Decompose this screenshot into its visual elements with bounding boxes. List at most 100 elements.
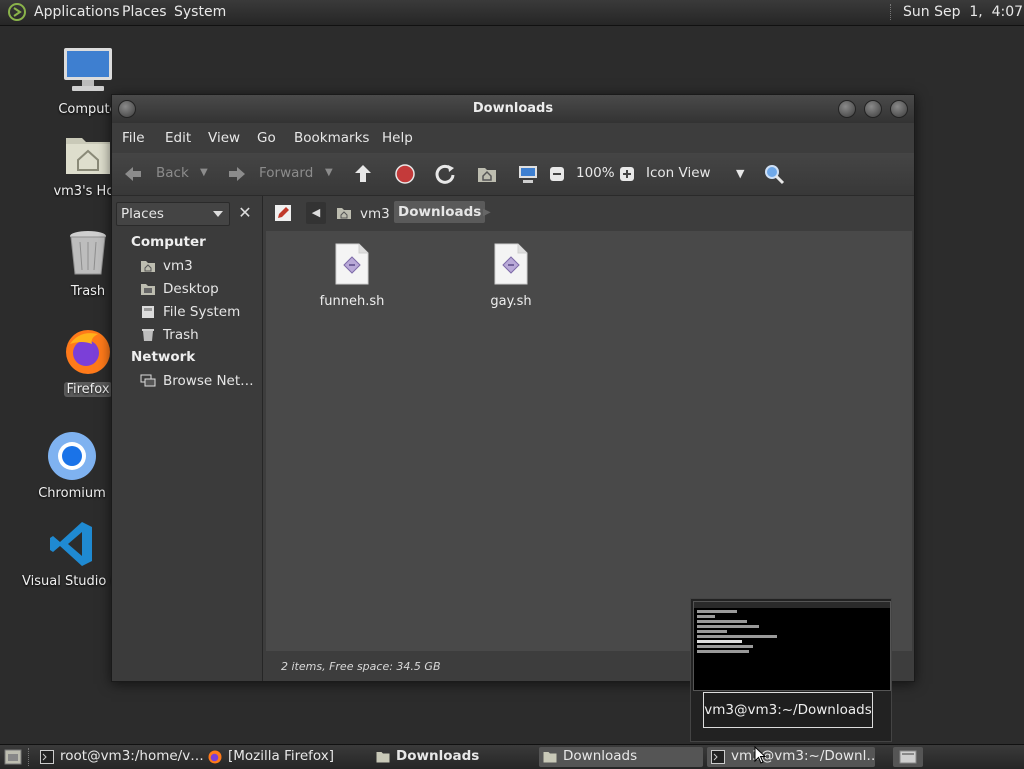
folder-icon <box>376 752 390 763</box>
places-menu[interactable]: Places <box>122 4 167 20</box>
location-bar: ◀ vm3 Downloads ▶ <box>266 196 914 230</box>
task-downloads-2[interactable]: Downloads <box>539 747 703 767</box>
sidebar-item-label: Trash <box>163 327 199 343</box>
task-label: Downloads <box>563 748 638 764</box>
zoom-level[interactable]: 100% <box>576 165 615 181</box>
home-icon <box>141 261 155 272</box>
search-icon[interactable] <box>763 163 785 185</box>
menu-file[interactable]: File <box>122 130 145 146</box>
task-label: [Mozilla Firefox] <box>228 748 335 764</box>
path-crumb-vm3[interactable]: vm3 <box>360 206 390 222</box>
path-scroll-right-button[interactable]: ▶ <box>483 207 491 218</box>
applications-menu[interactable]: Applications <box>34 4 120 20</box>
sidebar-item-desktop[interactable]: Desktop <box>140 280 260 300</box>
task-label: vm3@vm3:~/Downl… <box>731 748 875 764</box>
preview-title: vm3@vm3:~/Downloads <box>703 692 873 728</box>
firefox-icon <box>62 326 114 378</box>
sidebar: Places ✕ Computer vm3 Desktop File Syste… <box>112 196 263 681</box>
sidebar-item-label: Desktop <box>163 281 219 297</box>
vscode-icon <box>46 518 98 570</box>
file-name: funneh.sh <box>319 294 385 309</box>
window-titlebar[interactable]: Downloads <box>112 95 914 123</box>
task-vm3-terminal[interactable]: vm3@vm3:~/Downl… <box>707 747 875 767</box>
desktop-icon-chromium[interactable]: Chromium <box>22 430 122 501</box>
drive-icon <box>142 306 154 318</box>
menu-bookmarks[interactable]: Bookmarks <box>294 130 369 146</box>
computer-icon <box>62 46 114 98</box>
workspace-icon <box>899 750 917 764</box>
chevron-down-icon[interactable]: ▼ <box>736 167 744 180</box>
file-item[interactable]: gay.sh <box>466 243 556 309</box>
desktop-icon <box>141 284 155 295</box>
file-name: gay.sh <box>490 294 532 309</box>
menu-view[interactable]: View <box>208 130 240 146</box>
sidebar-type-label: Places <box>121 206 164 222</box>
computer-icon[interactable] <box>517 163 539 185</box>
show-desktop-icon[interactable] <box>4 749 22 765</box>
forward-button[interactable]: Forward <box>259 165 313 181</box>
zoom-out-icon[interactable] <box>549 166 565 182</box>
path-scroll-left-button[interactable]: ◀ <box>306 202 326 224</box>
trash-icon <box>142 329 154 341</box>
home-icon[interactable] <box>476 163 498 185</box>
chromium-icon <box>46 430 98 482</box>
close-button[interactable] <box>890 100 908 118</box>
workspace-switcher[interactable] <box>893 747 923 767</box>
forward-history-dropdown[interactable]: ▼ <box>325 167 333 178</box>
forward-arrow-icon <box>229 167 245 181</box>
task-downloads-1[interactable]: Downloads <box>372 747 536 767</box>
window-title: Downloads <box>472 101 554 116</box>
back-arrow-icon <box>125 167 141 181</box>
desktop-icon-label: Visual Studio Co <box>22 574 128 589</box>
network-icon <box>140 374 156 387</box>
script-file-icon <box>494 243 528 285</box>
terminal-icon <box>711 750 725 764</box>
trash-icon <box>62 228 114 280</box>
edit-location-icon[interactable] <box>274 204 292 222</box>
close-sidebar-icon[interactable]: ✕ <box>234 202 256 224</box>
home-folder-icon <box>62 128 114 180</box>
menu-edit[interactable]: Edit <box>165 130 191 146</box>
system-menu[interactable]: System <box>174 4 226 20</box>
back-button[interactable]: Back <box>156 165 189 181</box>
task-root-terminal[interactable]: root@vm3:/home/v… <box>36 747 204 767</box>
task-label: Downloads <box>396 748 480 764</box>
sidebar-heading-network: Network <box>131 349 196 365</box>
file-item[interactable]: funneh.sh <box>307 243 397 309</box>
distro-logo-icon[interactable] <box>8 3 26 21</box>
terminal-window-preview[interactable]: vm3@vm3:~/Downloads <box>690 598 892 742</box>
reload-icon[interactable] <box>434 163 456 185</box>
sidebar-item-label: File System <box>163 304 241 320</box>
panel-separator <box>890 4 893 20</box>
desktop-icon-label: Firefox <box>64 382 112 397</box>
sidebar-item-trash[interactable]: Trash <box>140 326 260 346</box>
clock[interactable]: Sun Sep 1, 4:07 AM <box>903 4 1024 20</box>
desktop-icon-vscode[interactable]: Visual Studio Co <box>22 518 128 589</box>
path-crumb-downloads[interactable]: Downloads <box>394 201 486 223</box>
zoom-in-icon[interactable] <box>619 166 635 182</box>
mouse-cursor-icon <box>754 746 766 764</box>
menu-help[interactable]: Help <box>382 130 413 146</box>
task-firefox[interactable]: [Mozilla Firefox] <box>204 747 368 767</box>
sidebar-type-select[interactable]: Places <box>116 202 230 226</box>
taskbar-separator <box>28 748 30 766</box>
top-panel: Applications Places System Sun Sep 1, 4:… <box>0 0 1024 26</box>
folder-icon <box>543 752 557 763</box>
firefox-icon <box>208 750 222 764</box>
sidebar-item-browse-network[interactable]: Browse Net… <box>140 372 260 392</box>
desktop-icon-label: Chromium <box>38 486 106 501</box>
script-file-icon <box>335 243 369 285</box>
sidebar-item-label: Browse Net… <box>163 373 254 389</box>
menu-go[interactable]: Go <box>257 130 276 146</box>
maximize-button[interactable] <box>864 100 882 118</box>
sidebar-heading-computer: Computer <box>131 234 206 250</box>
view-mode-select[interactable]: Icon View <box>646 165 711 181</box>
stop-icon[interactable] <box>394 163 416 185</box>
sidebar-item-vm3[interactable]: vm3 <box>140 257 260 277</box>
menubar: File Edit View Go Bookmarks Help <box>112 123 914 151</box>
file-view[interactable]: funneh.sh gay.sh <box>266 231 912 651</box>
up-arrow-icon[interactable] <box>352 163 374 185</box>
sidebar-item-file-system[interactable]: File System <box>140 303 260 323</box>
back-history-dropdown[interactable]: ▼ <box>200 167 208 178</box>
minimize-button[interactable] <box>838 100 856 118</box>
